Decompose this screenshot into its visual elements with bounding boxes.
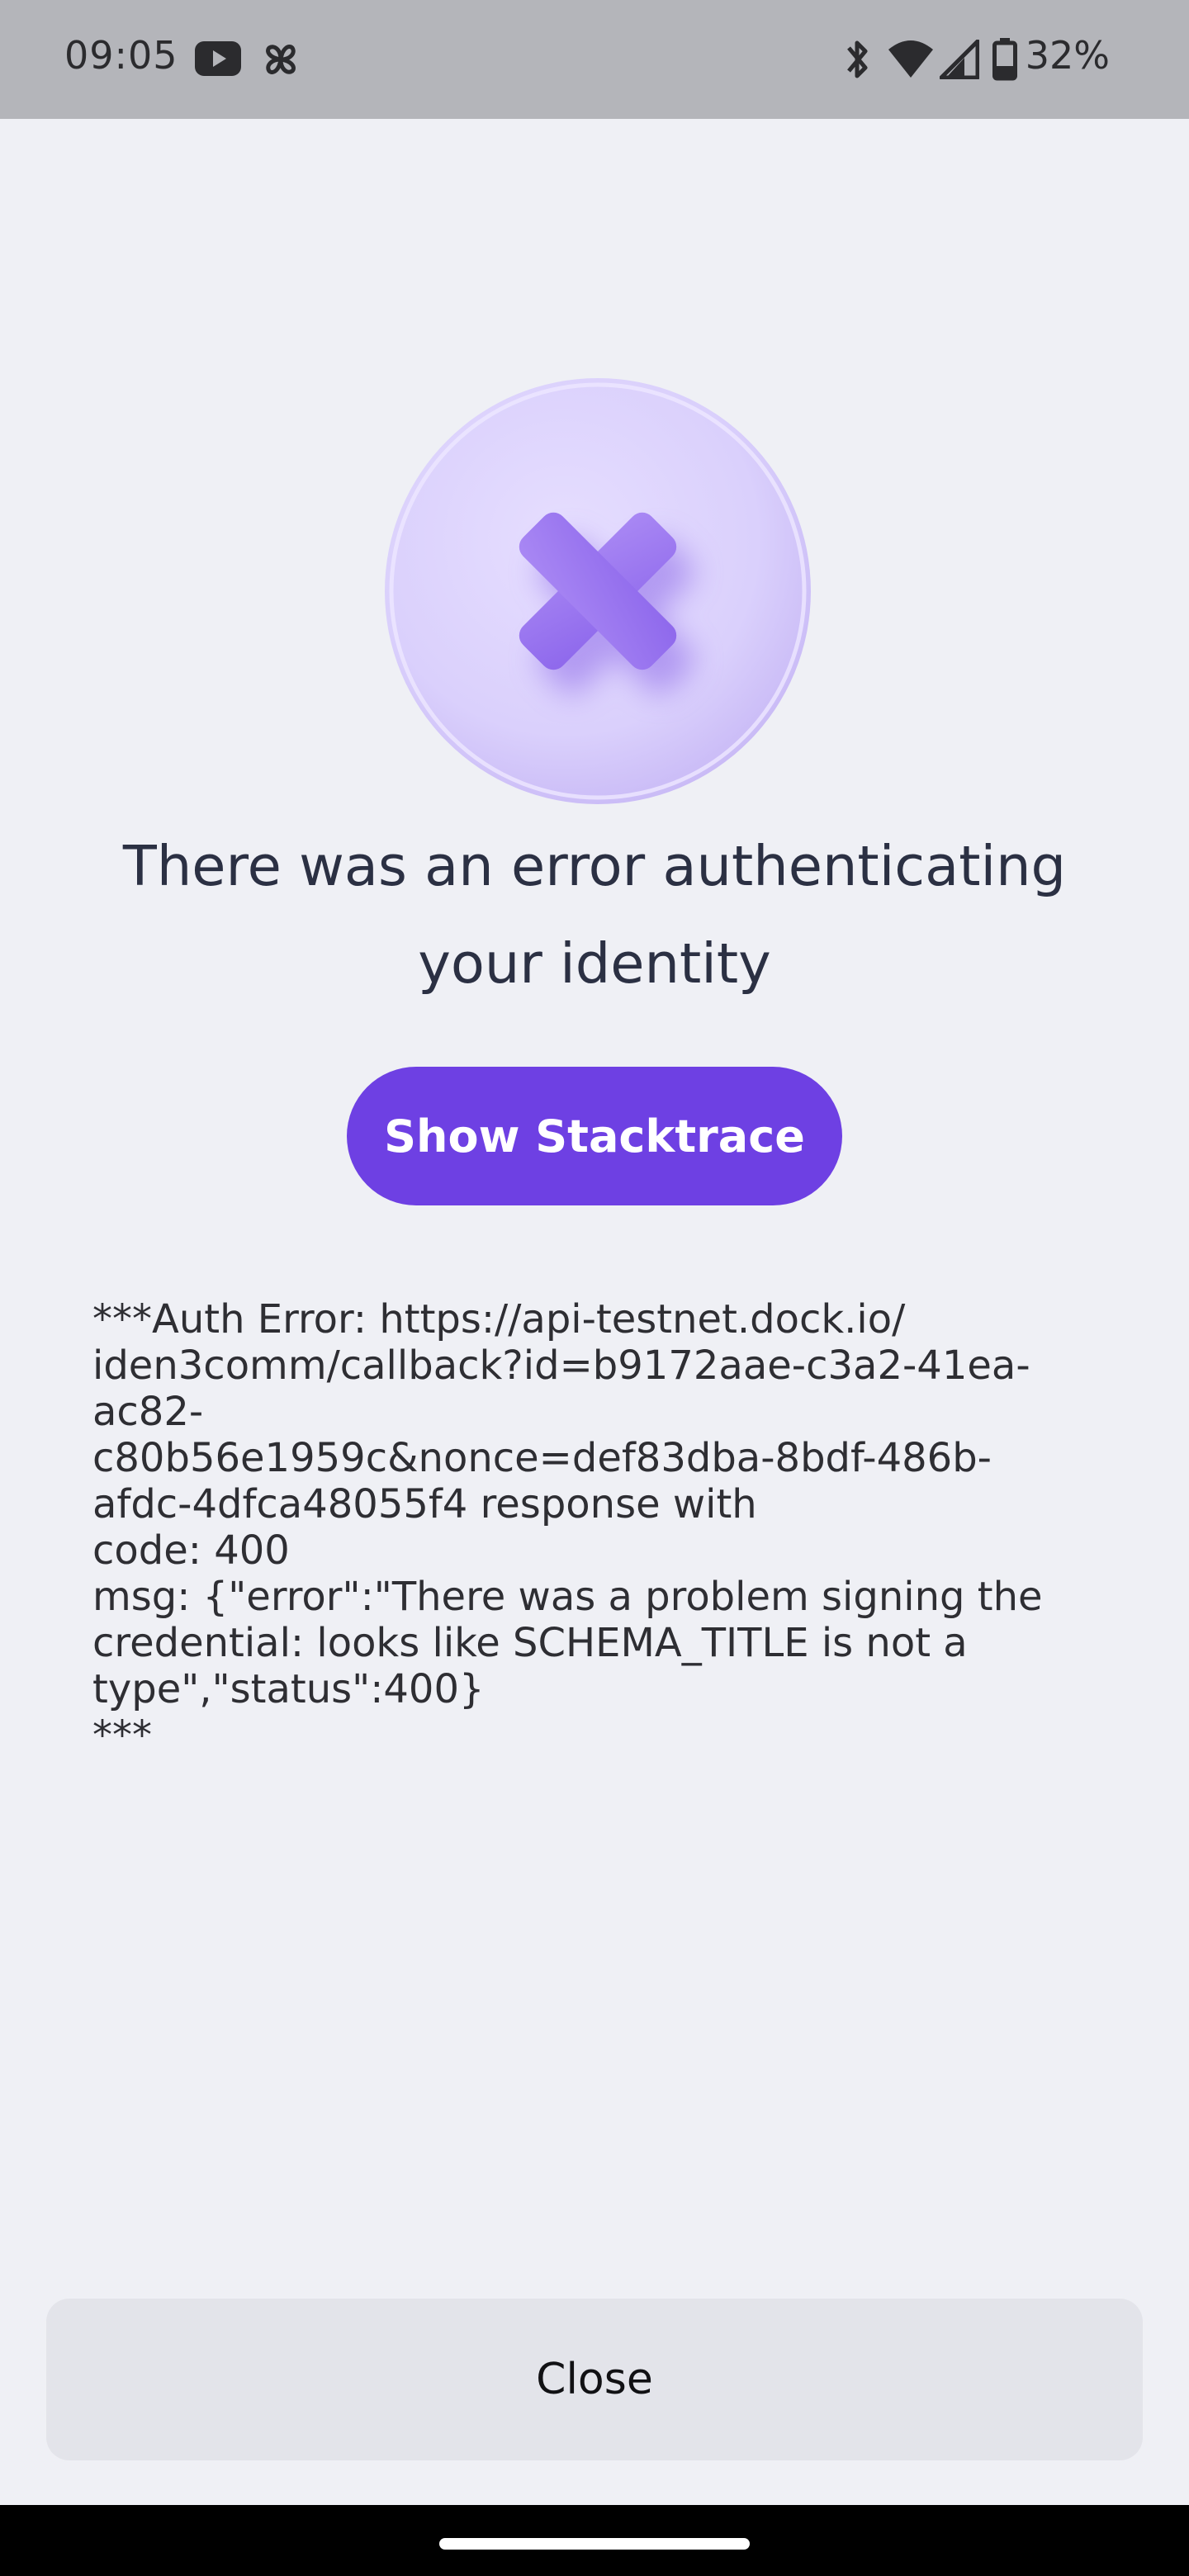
close-x-icon xyxy=(385,378,811,804)
bluetooth-icon xyxy=(847,40,868,78)
error-heading: There was an error authenticating your i… xyxy=(66,817,1123,1012)
youtube-icon xyxy=(195,41,241,76)
home-indicator[interactable] xyxy=(439,2538,750,2550)
battery-percent: 32% xyxy=(1025,33,1110,78)
status-time: 09:05 xyxy=(64,33,178,78)
show-stacktrace-button[interactable]: Show Stacktrace xyxy=(347,1067,842,1205)
battery-icon xyxy=(992,38,1017,81)
wifi-icon xyxy=(888,40,933,78)
status-bar: 09:05 32% xyxy=(0,0,1189,119)
pinwheel-icon xyxy=(266,45,296,74)
error-heading-line-2: your identity xyxy=(418,931,771,996)
stacktrace-text: ***Auth Error: https://api-testnet.dock.… xyxy=(92,1296,1043,1759)
cell-signal-icon xyxy=(940,40,979,79)
close-button[interactable]: Close xyxy=(46,2299,1143,2460)
error-heading-line-1: There was an error authenticating xyxy=(122,834,1067,898)
